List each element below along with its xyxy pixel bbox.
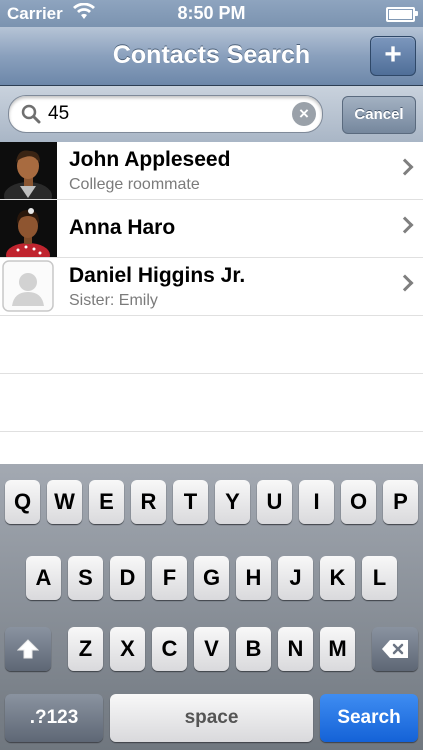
key-u[interactable]: U — [257, 480, 292, 524]
key-e[interactable]: E — [89, 480, 124, 524]
empty-row — [0, 374, 423, 432]
key-x[interactable]: X — [110, 627, 145, 671]
clear-search-button[interactable]: × — [292, 102, 316, 126]
contact-subtitle: College roommate — [69, 176, 200, 193]
clock: 8:50 PM — [177, 3, 246, 23]
contact-name: Anna Haro — [69, 216, 176, 239]
contacts-list: John Appleseed College roommate Anna Har… — [0, 142, 423, 432]
key-n[interactable]: N — [278, 627, 313, 671]
key-s[interactable]: S — [68, 556, 103, 600]
cancel-button[interactable]: Cancel — [342, 96, 416, 134]
avatar-male-photo — [0, 142, 57, 210]
search-input[interactable]: 45 × — [8, 95, 323, 133]
chevron-right-icon — [396, 274, 414, 292]
key-f[interactable]: F — [152, 556, 187, 600]
key-t[interactable]: T — [173, 480, 208, 524]
key-d[interactable]: D — [110, 556, 145, 600]
key-r[interactable]: R — [131, 480, 166, 524]
add-contact-button[interactable]: + — [370, 36, 416, 76]
avatar-female-photo — [0, 200, 57, 267]
contact-row-anna-haro[interactable]: Anna Haro — [0, 200, 423, 267]
contact-subtitle: Sister: Emily — [69, 292, 158, 309]
key-z[interactable]: Z — [68, 627, 103, 671]
empty-row — [0, 316, 423, 374]
search-input-value: 45 — [48, 103, 70, 124]
chevron-right-icon — [396, 158, 414, 176]
key-i[interactable]: I — [299, 480, 334, 524]
avatar-placeholder-icon — [0, 258, 57, 315]
shift-arrow-icon — [16, 639, 40, 664]
key-j[interactable]: J — [278, 556, 313, 600]
contact-name: Daniel Higgins Jr. — [69, 264, 246, 287]
contact-name: John Appleseed — [69, 148, 231, 171]
key-m[interactable]: M — [320, 627, 355, 671]
numbers-key[interactable]: .?123 — [5, 694, 103, 742]
search-bar: 45 × Cancel — [0, 86, 423, 143]
key-w[interactable]: W — [47, 480, 82, 524]
status-bar: Carrier 8:50 PM — [0, 0, 423, 27]
page-title: Contacts Search — [112, 41, 311, 69]
space-key[interactable]: space — [110, 694, 313, 742]
key-l[interactable]: L — [362, 556, 397, 600]
key-k[interactable]: K — [320, 556, 355, 600]
contact-row-john-appleseed[interactable]: John Appleseed College roommate — [0, 142, 423, 210]
delete-backspace-icon — [381, 639, 409, 664]
chevron-right-icon — [396, 216, 414, 234]
battery-icon — [386, 7, 418, 22]
key-b[interactable]: B — [236, 627, 271, 671]
navigation-bar: Contacts Search + — [0, 27, 423, 86]
key-q[interactable]: Q — [5, 480, 40, 524]
key-y[interactable]: Y — [215, 480, 250, 524]
delete-key[interactable] — [372, 627, 418, 671]
keyboard: Q W E R T Y U I O P A S D F G H J K L Z … — [0, 464, 423, 750]
shift-key[interactable] — [5, 627, 51, 671]
key-g[interactable]: G — [194, 556, 229, 600]
key-p[interactable]: P — [383, 480, 418, 524]
search-icon — [21, 104, 41, 129]
key-o[interactable]: O — [341, 480, 376, 524]
search-key[interactable]: Search — [320, 694, 418, 742]
contact-row-daniel-higgins[interactable]: Daniel Higgins Jr. Sister: Emily — [0, 258, 423, 316]
key-v[interactable]: V — [194, 627, 229, 671]
key-h[interactable]: H — [236, 556, 271, 600]
key-c[interactable]: C — [152, 627, 187, 671]
key-a[interactable]: A — [26, 556, 61, 600]
